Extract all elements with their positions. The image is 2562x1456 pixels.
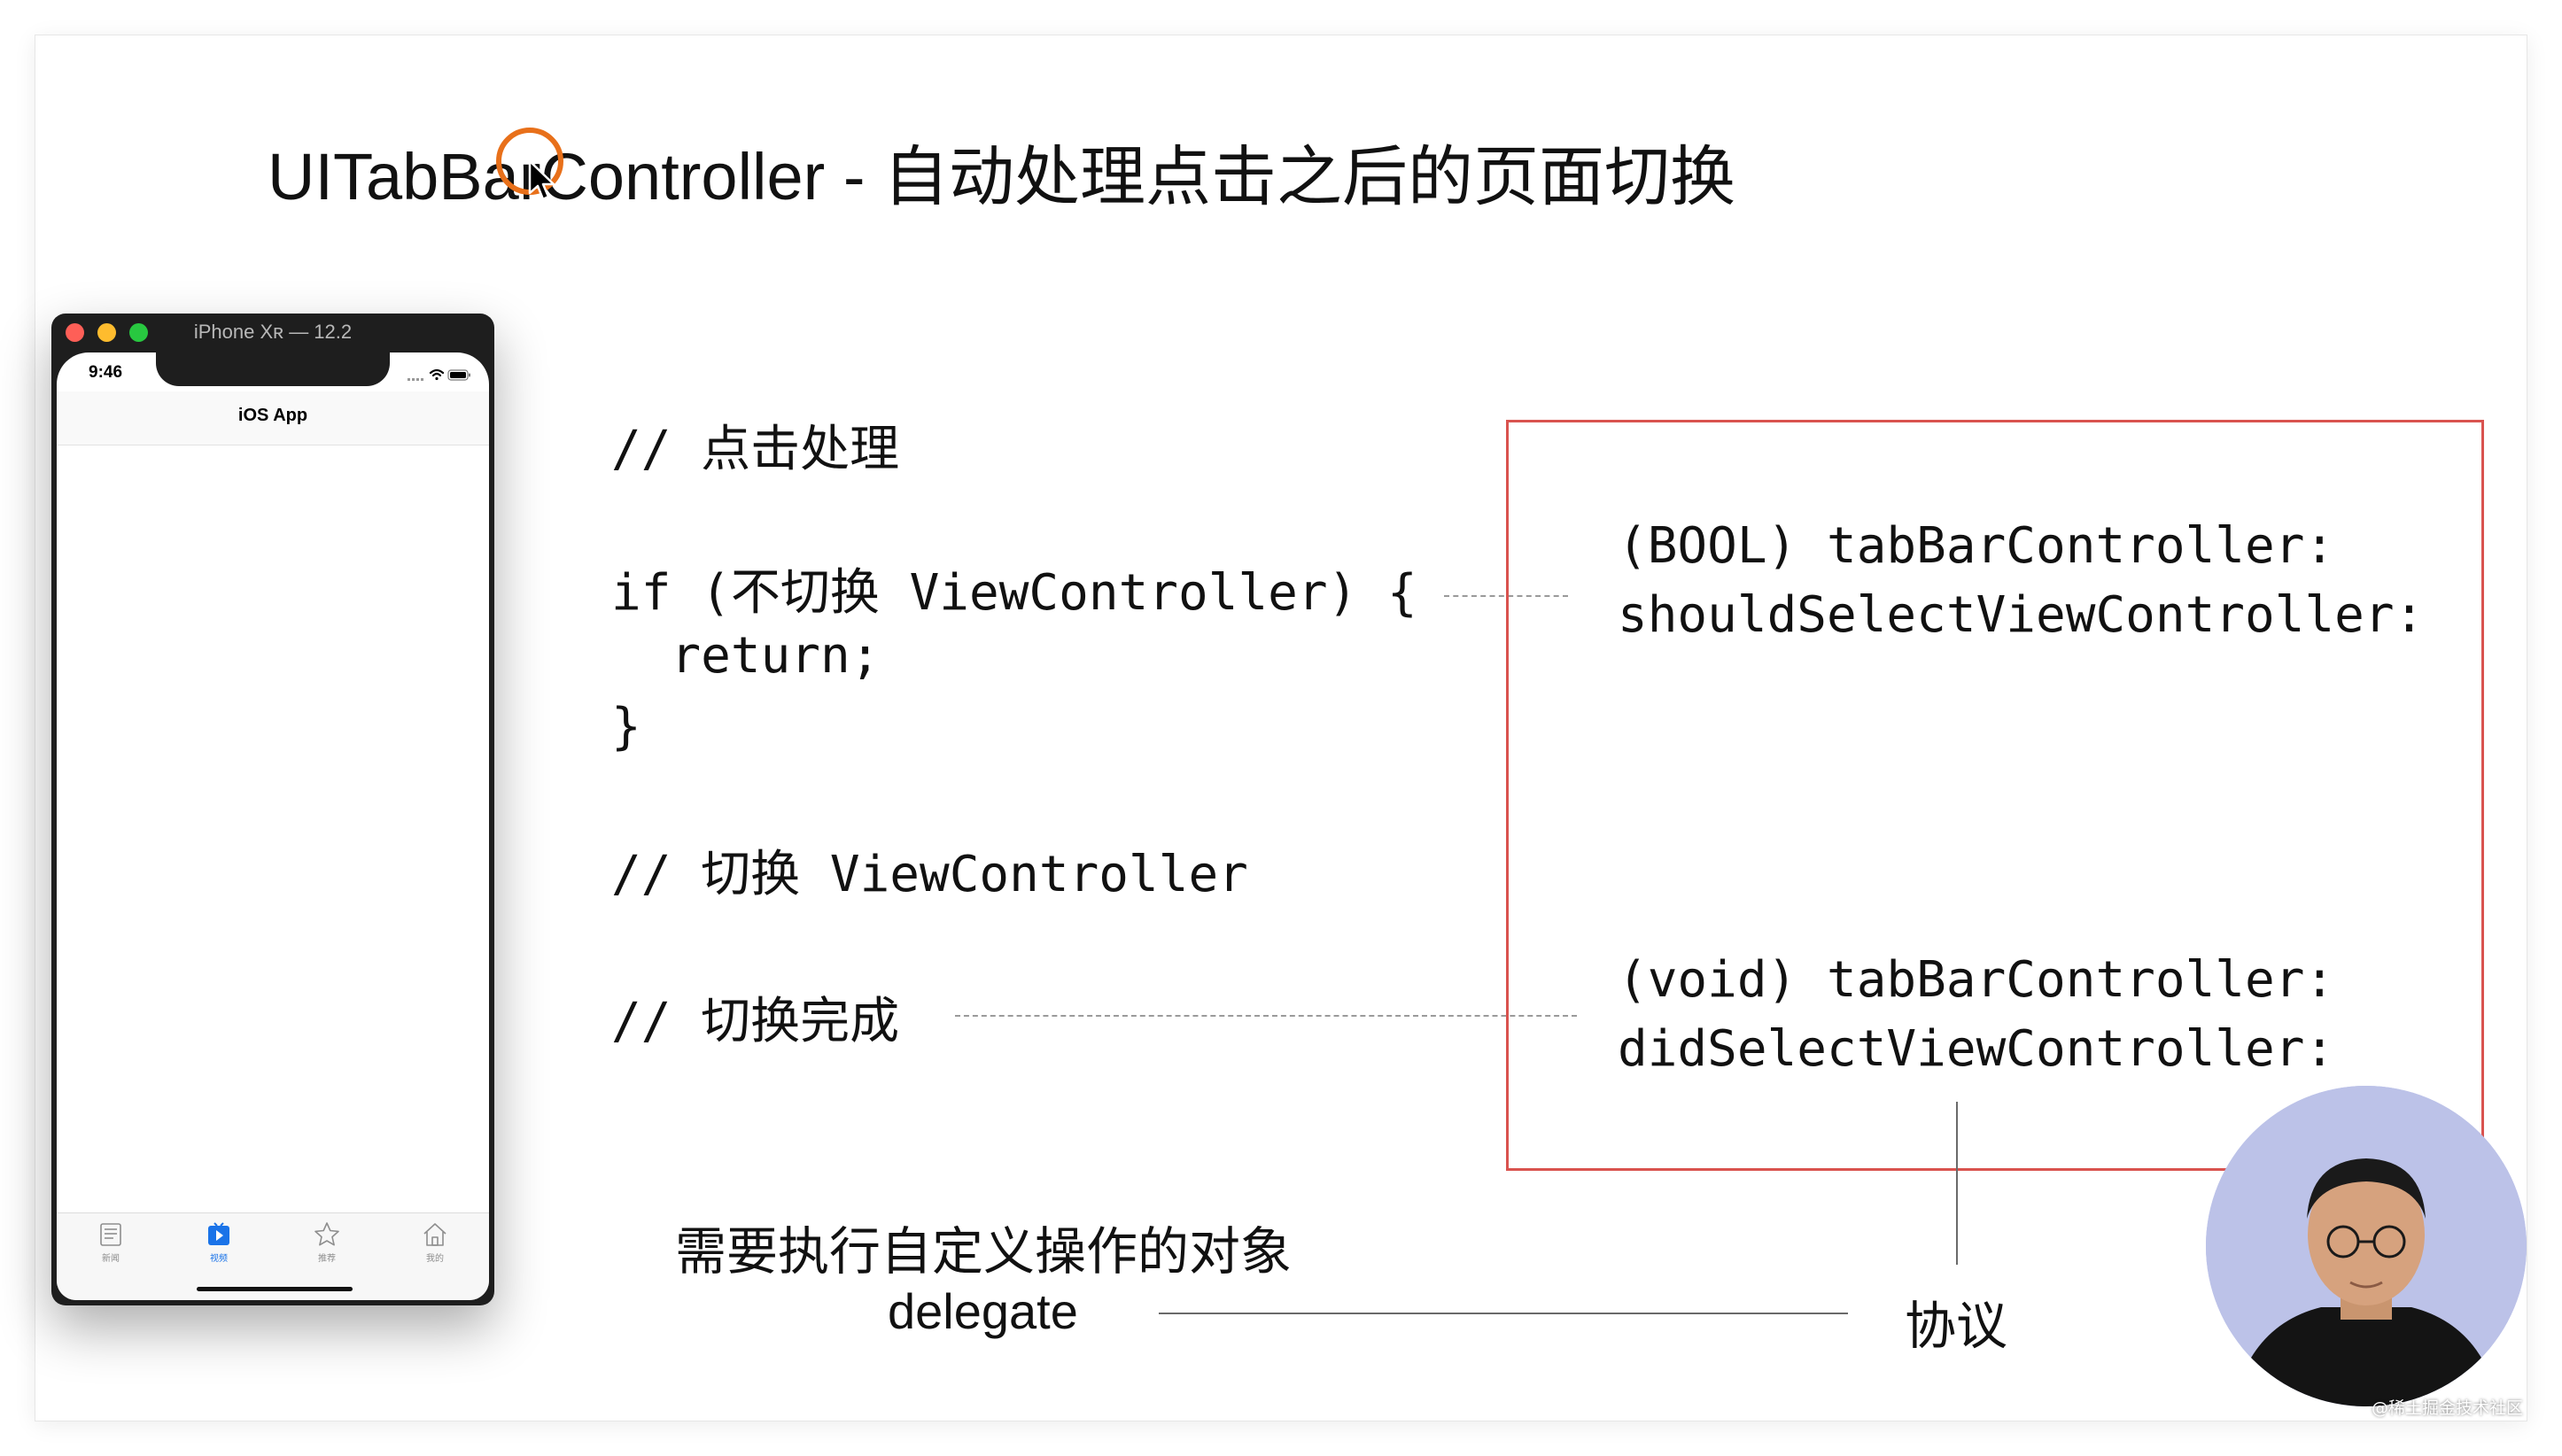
phone-screen[interactable]: 9:46 iOS App 新闻 视频 推荐 我的 — [57, 352, 489, 1300]
phone-notch — [156, 352, 390, 386]
protocol-connector-line — [1956, 1102, 1958, 1265]
tab-mine[interactable]: 我的 — [381, 1220, 489, 1274]
comment-done: // 切换完成 — [611, 993, 900, 1050]
home-indicator — [197, 1287, 353, 1291]
tab-news[interactable]: 新闻 — [57, 1220, 165, 1274]
comment-switch: // 切换 ViewController — [611, 846, 1248, 903]
custom-object-label: 需要执行自定义操作的对象 — [675, 1221, 1293, 1282]
did-select-line1: (void) tabBarController: — [1618, 951, 2335, 1009]
presenter-webcam — [2206, 1086, 2527, 1406]
battery-icon — [447, 369, 470, 381]
tab-bar: 新闻 视频 推荐 我的 — [57, 1212, 489, 1300]
slide-title: UITabBarController - 自动处理点击之后的页面切换 — [268, 140, 1736, 213]
nav-title: iOS App — [237, 406, 308, 425]
star-icon — [314, 1222, 339, 1246]
code-return-line: return; — [611, 627, 881, 685]
should-select-line2: shouldSelectViewController: — [1618, 586, 2425, 644]
status-time: 9:46 — [89, 363, 123, 382]
dashed-connector-did — [955, 1015, 1577, 1017]
protocol-label: 协议 — [1905, 1296, 2008, 1356]
tab-recommend[interactable]: 推荐 — [273, 1220, 381, 1274]
tab-label: 我的 — [426, 1254, 444, 1264]
code-close-brace: } — [611, 698, 641, 755]
did-select-line2: didSelectViewController: — [1618, 1020, 2335, 1078]
status-icons — [408, 368, 470, 381]
should-select-line1: (BOOL) tabBarController: — [1618, 517, 2335, 575]
simulator-titlebar[interactable]: iPhone Xʀ — 12.2 — [51, 314, 494, 351]
delegate-label: delegate — [888, 1283, 1078, 1339]
tab-label: 推荐 — [318, 1254, 336, 1264]
wifi-icon — [429, 368, 445, 381]
navigation-bar: iOS App — [57, 391, 489, 445]
tab-label: 新闻 — [102, 1254, 120, 1264]
tab-video[interactable]: 视频 — [165, 1220, 273, 1274]
comment-click: // 点击处理 — [611, 421, 900, 478]
code-if-line: if (不切换 ViewController) { — [611, 564, 1417, 622]
ios-simulator-window[interactable]: iPhone Xʀ — 12.2 9:46 iOS App 新闻 视频 推荐 我… — [51, 314, 494, 1305]
presenter-avatar — [2206, 1086, 2527, 1406]
play-icon — [208, 1222, 229, 1245]
tab-label: 视频 — [210, 1254, 228, 1264]
newspaper-icon — [100, 1223, 121, 1246]
signal-icon — [408, 378, 423, 381]
home-icon — [423, 1223, 446, 1246]
mouse-cursor-icon — [528, 159, 555, 201]
simulator-title: iPhone Xʀ — 12.2 — [193, 321, 353, 343]
delegate-connector-line — [1159, 1313, 1848, 1314]
watermark: @稀土掘金技术社区 — [2371, 1398, 2523, 1418]
